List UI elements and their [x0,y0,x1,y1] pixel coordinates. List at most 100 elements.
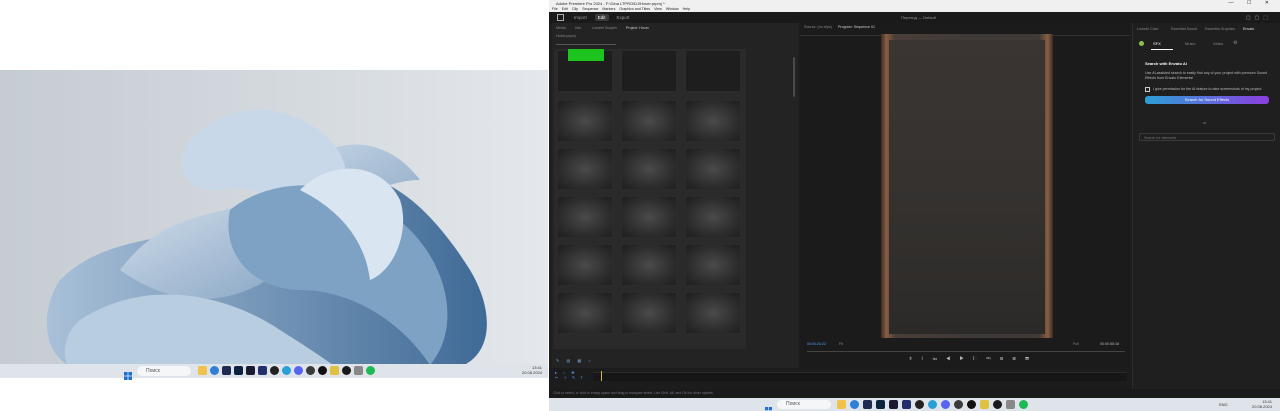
after-effects-icon[interactable] [246,366,255,375]
project-scrollbar[interactable] [793,57,795,97]
photoshop-icon[interactable] [876,400,885,409]
steam-icon[interactable] [270,366,279,375]
app-icon[interactable] [318,366,327,375]
tab-program[interactable]: Program: Sequence 01 [838,25,875,29]
obs-icon[interactable] [954,400,963,409]
clock-date: 20.08.2024 [521,370,542,375]
obs-icon[interactable] [306,366,315,375]
media-thumbnail[interactable] [556,147,614,191]
project-bottom-toolbar: ✎ ▤ ▦ ○ [556,358,594,363]
program-fit-select[interactable]: Fit [839,342,843,346]
media-thumbnail[interactable] [556,99,614,143]
program-timecode-left[interactable]: 00:00:24:22 [807,342,826,346]
envato-tab-video[interactable]: Video [1213,41,1223,46]
tab-export[interactable]: Export [617,15,630,20]
edge-icon[interactable] [210,366,219,375]
tab-lumetri-color[interactable]: Lumetri Color [1137,27,1159,31]
settings-icon[interactable] [354,366,363,375]
media-thumbnail[interactable] [684,243,742,287]
media-thumbnail[interactable] [620,49,678,93]
media-thumbnail[interactable] [620,99,678,143]
envato-tab-sfx[interactable]: SFX [1153,41,1161,46]
media-thumbnail[interactable] [556,291,614,335]
project-tab-media[interactable]: Media [556,26,566,30]
tab-essential-graphics[interactable]: Essential Graphics [1205,27,1235,31]
media-thumbnail[interactable] [620,243,678,287]
telegram-icon[interactable] [282,366,291,375]
spotify-icon[interactable] [366,366,375,375]
telegram-icon[interactable] [928,400,937,409]
media-thumbnail[interactable] [556,49,614,93]
premiere-icon[interactable] [863,400,872,409]
taskbar-clock[interactable]: 13:41 20.08.2024 [1252,399,1272,409]
media-encoder-icon[interactable] [902,400,911,409]
project-panel: Media Info Lumetri Scopes Project: Hover… [552,23,798,368]
language-indicator[interactable]: ENG [1219,402,1228,407]
envato-permission-checkbox[interactable] [1145,87,1150,92]
windows-start-icon[interactable] [765,401,772,411]
project-tab-lumetri-scopes[interactable]: Lumetri Scopes [592,26,617,30]
envato-permission-label: I give permission for the AI feature to … [1153,87,1263,91]
search-sound-effects-button[interactable]: Search for Sound Effects [1145,96,1269,104]
media-thumbnail[interactable] [684,195,742,239]
playback-controls[interactable]: ⌽ ⌇ ⏮ ◀ ▶ ▷ ⏭ ⊟ ⊞ ⬒ [909,356,1033,362]
envato-search-input[interactable]: Search for elements [1139,133,1275,141]
window-title: Adobe Premiere Pro 2024 - F:\Gina LTPRO\… [556,1,665,6]
media-thumbnail[interactable] [684,49,742,93]
workspace-label[interactable]: Переход — Default [901,15,936,20]
project-search-input[interactable] [556,40,616,45]
discord-icon[interactable] [941,400,950,409]
file-explorer-icon[interactable] [837,400,846,409]
envato-tab-music[interactable]: Music [1185,41,1195,46]
program-playhead-bar[interactable] [807,351,1125,352]
chrome-icon[interactable] [342,366,351,375]
media-thumbnail[interactable] [684,99,742,143]
taskbar-search-input[interactable]: Поиск [777,400,831,409]
settings-icon[interactable] [1006,400,1015,409]
edge-icon[interactable] [850,400,859,409]
home-icon[interactable] [557,14,564,21]
chrome-icon[interactable] [993,400,1002,409]
photoshop-icon[interactable] [234,366,243,375]
program-quality-select[interactable]: Full [1073,342,1079,346]
app-icon[interactable] [967,400,976,409]
media-thumbnail[interactable] [684,291,742,335]
discord-icon[interactable] [294,366,303,375]
media-thumbnail[interactable] [684,147,742,191]
media-thumbnail[interactable] [620,195,678,239]
taskbar-search-input[interactable]: Поиск [137,366,191,376]
program-video-frame [881,34,1053,338]
media-thumbnail[interactable] [556,243,614,287]
notes-icon[interactable] [330,366,339,375]
taskbar-clock[interactable]: 13:41 20.08.2024 [522,365,542,375]
windows-start-icon[interactable] [124,367,132,380]
steam-icon[interactable] [915,400,924,409]
taskbar-app-icons [837,400,1028,409]
envato-description: Use AI-assisted search to easily find an… [1145,71,1268,80]
tab-import[interactable]: Import [574,15,587,20]
premiere-icon[interactable] [222,366,231,375]
envato-card: Search with Envato AI Use AI-assisted se… [1139,55,1275,113]
timeline-playhead[interactable] [601,371,602,381]
timeline-track-area[interactable] [593,372,1127,381]
tab-essential-sound[interactable]: Essential Sound [1171,27,1197,31]
project-tab-project[interactable]: Project: Hover [626,26,649,30]
media-thumbnail[interactable] [556,195,614,239]
project-tab-info[interactable]: Info [575,26,581,30]
tab-source[interactable]: Source: (no clips) [804,25,832,29]
after-effects-icon[interactable] [889,400,898,409]
header-right-icons[interactable]: ▢▢⬚ [1246,15,1272,21]
file-explorer-icon[interactable] [198,366,207,375]
tab-edit[interactable]: Edit [594,14,609,21]
envato-heading: Search with Envato AI [1145,61,1187,66]
media-thumbnail[interactable] [620,291,678,335]
tools-palette[interactable]: ▸ ⇔ ✥ ✂ ⊹ ✎ T [555,370,585,387]
notes-icon[interactable] [980,400,989,409]
gear-icon[interactable]: ⚙ [1233,40,1237,46]
media-thumbnail[interactable] [620,147,678,191]
window-controls[interactable]: — ☐ ✕ [1229,0,1275,7]
tab-envato[interactable]: Envato [1243,27,1254,31]
media-encoder-icon[interactable] [258,366,267,375]
app-header: Import Edit Export Переход — Default ▢▢⬚ [549,12,1280,23]
spotify-icon[interactable] [1019,400,1028,409]
